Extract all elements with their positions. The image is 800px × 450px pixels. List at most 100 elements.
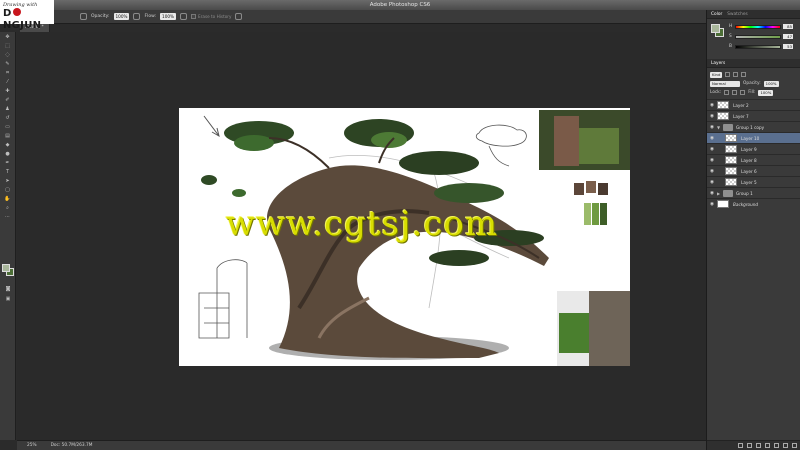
erase-history-checkbox[interactable]: Erase to History	[191, 14, 231, 19]
lock-pixels-icon[interactable]	[724, 90, 730, 95]
foliage-cluster	[399, 151, 479, 175]
flow-field[interactable]: 100%	[160, 13, 177, 20]
layers-panel-footer	[707, 440, 800, 450]
adjustment-layer-icon[interactable]	[765, 443, 770, 448]
type-tool-icon[interactable]: T	[3, 169, 13, 176]
layer-row[interactable]: ◉ Layer 7	[707, 110, 800, 121]
fill-field[interactable]: 100%	[758, 89, 774, 96]
saturation-track[interactable]	[735, 34, 781, 39]
layer-row[interactable]: ◉ Layer 2	[707, 99, 800, 110]
layers-controls: Kind Normal Opacity: 100% Lock: Fill: 10…	[707, 68, 800, 99]
options-bar: Opacity: 100% Flow: 100% Erase to Histor…	[0, 10, 800, 24]
visibility-eye-icon[interactable]: ◉	[707, 114, 717, 119]
layer-row[interactable]: ◉ Layer 8	[707, 154, 800, 165]
doc-info[interactable]: Doc: 50.7M/263.7M	[51, 443, 93, 448]
brightness-label: B	[729, 44, 732, 49]
new-group-icon[interactable]	[774, 443, 779, 448]
background-layer-row[interactable]: ◉ Background	[707, 198, 800, 209]
stamp-tool-icon[interactable]: ♟	[3, 106, 13, 113]
color-swatch	[586, 181, 596, 193]
filter-type-icon[interactable]	[741, 72, 747, 77]
tab-layers[interactable]: Layers	[711, 61, 725, 66]
new-layer-icon[interactable]	[783, 443, 788, 448]
layer-row[interactable]: ◉ Layer 9	[707, 143, 800, 154]
hand-tool-icon[interactable]: ✋	[3, 196, 13, 203]
color-panel-foreground[interactable]	[711, 24, 720, 33]
eraser-tool-icon[interactable]: ▭	[3, 124, 13, 131]
brightness-value[interactable]: 53	[783, 44, 793, 49]
layer-style-icon[interactable]	[747, 443, 752, 448]
brush-tool-icon[interactable]: ✐	[3, 97, 13, 104]
visibility-eye-icon[interactable]: ◉	[707, 103, 717, 108]
layer-filter-select[interactable]: Kind	[710, 71, 723, 78]
folder-icon	[723, 123, 733, 131]
saturation-value[interactable]: 47	[783, 34, 793, 39]
zoom-level[interactable]: 25%	[27, 443, 37, 448]
layer-row-selected[interactable]: ◉ Layer 10	[707, 132, 800, 143]
pressure-opacity-icon[interactable]	[133, 13, 141, 20]
document-canvas[interactable]	[179, 108, 630, 366]
tab-swatches[interactable]: Swatches	[727, 12, 748, 17]
screen-mode-icon[interactable]: ▣	[3, 296, 13, 303]
visibility-eye-icon[interactable]: ◉	[707, 180, 717, 185]
reference-photo-foliage	[579, 128, 619, 164]
layer-row[interactable]: ◉ Layer 6	[707, 165, 800, 176]
hue-slider[interactable]: H 85	[729, 23, 799, 30]
layer-name: Group 1	[736, 190, 753, 196]
brush-preset-icon[interactable]	[80, 13, 87, 20]
group-row[interactable]: ◉ ▼ Group 1 copy	[707, 121, 800, 132]
brightness-track[interactable]	[735, 44, 781, 49]
lasso-tool-icon[interactable]: ◌	[3, 52, 13, 59]
foliage-cluster	[429, 250, 489, 266]
marquee-tool-icon[interactable]: ⬚	[3, 43, 13, 50]
gradient-tool-icon[interactable]: ▤	[3, 133, 13, 140]
visibility-eye-icon[interactable]: ◉	[707, 125, 717, 130]
visibility-eye-icon[interactable]: ◉	[707, 191, 717, 196]
visibility-eye-icon[interactable]: ◉	[707, 158, 717, 163]
tree-painting	[198, 110, 630, 366]
eyedropper-tool-icon[interactable]: ⁄	[3, 79, 13, 86]
healing-tool-icon[interactable]: ✚	[3, 88, 13, 95]
opacity-field[interactable]: 100%	[113, 13, 130, 20]
filter-pixel-icon[interactable]	[725, 72, 731, 77]
hue-value[interactable]: 85	[783, 24, 793, 29]
foreground-color-swatch[interactable]	[2, 264, 10, 272]
dodge-tool-icon[interactable]: ●	[3, 151, 13, 158]
move-tool-icon[interactable]: ✥	[3, 34, 13, 41]
blur-tool-icon[interactable]: ◆	[3, 142, 13, 149]
group-row[interactable]: ◉ ▶ Group 1	[707, 187, 800, 198]
airbrush-icon[interactable]	[180, 13, 188, 20]
layer-filter-row: Kind	[710, 70, 797, 79]
history-brush-tool-icon[interactable]: ↺	[3, 115, 13, 122]
tab-color[interactable]: Color	[711, 12, 722, 17]
delete-layer-icon[interactable]	[792, 443, 797, 448]
layer-thumbnail	[717, 112, 729, 120]
link-layers-icon[interactable]	[738, 443, 743, 448]
brightness-slider[interactable]: B 53	[729, 43, 799, 50]
filter-adjust-icon[interactable]	[733, 72, 739, 77]
foliage-cluster	[232, 189, 246, 197]
layer-row[interactable]: ◉ Layer 5	[707, 176, 800, 187]
checkbox-box[interactable]	[191, 14, 197, 19]
add-mask-icon[interactable]	[756, 443, 761, 448]
shape-tool-icon[interactable]: ▢	[3, 187, 13, 194]
lock-all-icon[interactable]	[740, 90, 746, 95]
hue-track[interactable]	[735, 24, 781, 29]
blend-mode-select[interactable]: Normal	[710, 80, 740, 87]
more-tools-icon[interactable]: ⋯	[3, 214, 13, 221]
lock-position-icon[interactable]	[732, 90, 738, 95]
visibility-eye-icon[interactable]: ◉	[707, 136, 717, 141]
quick-select-tool-icon[interactable]: ✎	[3, 61, 13, 68]
crop-tool-icon[interactable]: ⌗	[3, 70, 13, 77]
color-swatch	[600, 203, 607, 225]
visibility-eye-icon[interactable]: ◉	[707, 169, 717, 174]
path-select-tool-icon[interactable]: ➤	[3, 178, 13, 185]
visibility-eye-icon[interactable]: ◉	[707, 202, 717, 207]
pen-tool-icon[interactable]: ✒	[3, 160, 13, 167]
zoom-tool-icon[interactable]: ⌕	[3, 205, 13, 212]
quick-mask-icon[interactable]: ◙	[3, 286, 13, 293]
layer-opacity-field[interactable]: 100%	[763, 80, 779, 87]
visibility-eye-icon[interactable]: ◉	[707, 147, 717, 152]
pressure-size-icon[interactable]	[235, 13, 243, 20]
saturation-slider[interactable]: S 47	[729, 33, 799, 40]
